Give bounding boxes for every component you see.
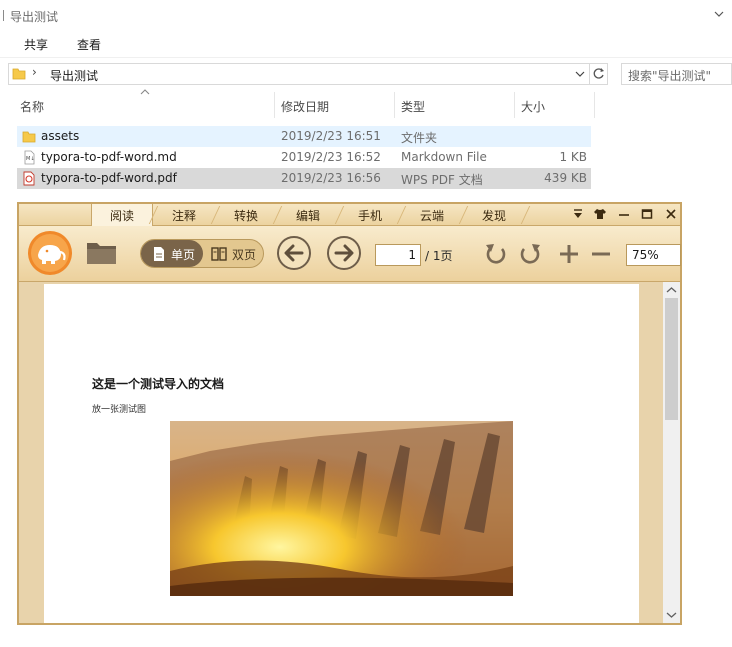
single-page-icon xyxy=(154,247,164,261)
zoom-level-input[interactable]: 75% xyxy=(626,244,681,266)
file-row[interactable]: M↓ typora-to-pdf-word.md 2019/2/23 16:52… xyxy=(17,147,591,168)
document-image xyxy=(170,421,513,596)
tab-annotate[interactable]: 注释 xyxy=(153,204,215,226)
address-path[interactable]: 导出测试 xyxy=(50,67,98,84)
minimize-icon[interactable] xyxy=(617,206,631,222)
folder-icon xyxy=(22,131,36,143)
tab-mobile[interactable]: 手机 xyxy=(339,204,401,226)
file-name: assets xyxy=(41,129,80,143)
viewer-menu-tabs: 阅读 注释 转换 编辑 手机 云端 发现 xyxy=(19,204,680,226)
tab-discover[interactable]: 发现 xyxy=(463,204,525,226)
skin-shirt-icon[interactable] xyxy=(593,206,607,222)
column-divider[interactable] xyxy=(514,92,515,118)
file-row[interactable]: typora-to-pdf-word.pdf 2019/2/23 16:56 W… xyxy=(17,168,591,189)
zoom-out-icon[interactable] xyxy=(588,241,614,267)
file-name: typora-to-pdf-word.pdf xyxy=(41,171,177,185)
refresh-button[interactable] xyxy=(590,63,608,85)
double-page-icon[interactable] xyxy=(211,246,227,262)
search-input[interactable]: 搜索"导出测试" xyxy=(621,63,732,85)
column-divider[interactable] xyxy=(274,92,275,118)
address-row: › 导出测试 搜索"导出测试" xyxy=(0,60,732,90)
app-logo-icon[interactable] xyxy=(27,230,73,276)
file-name: typora-to-pdf-word.md xyxy=(41,150,177,164)
column-size[interactable]: 大小 xyxy=(521,98,545,115)
file-row[interactable]: assets 2019/2/23 16:51 文件夹 xyxy=(17,126,591,147)
column-divider[interactable] xyxy=(394,92,395,118)
pdf-viewer-window: 阅读 注释 转换 编辑 手机 云端 发现 单页 双页 1 / 1页 75% 这是… xyxy=(17,202,682,625)
file-type: WPS PDF 文档 xyxy=(401,173,483,187)
explorer-title-bar: 导出测试 xyxy=(0,0,732,30)
address-bar[interactable]: › 导出测试 xyxy=(8,63,590,85)
file-size: 439 KB xyxy=(544,171,587,185)
tab-convert[interactable]: 转换 xyxy=(215,204,277,226)
markdown-file-icon: M↓ xyxy=(24,150,35,165)
close-icon[interactable] xyxy=(664,206,678,222)
svg-text:M↓: M↓ xyxy=(26,156,35,162)
rotate-right-icon[interactable] xyxy=(517,241,543,267)
vertical-scrollbar[interactable] xyxy=(663,282,680,623)
file-type: Markdown File xyxy=(401,150,487,164)
file-size: 1 KB xyxy=(559,150,587,164)
refresh-icon xyxy=(593,68,604,79)
rotate-left-icon[interactable] xyxy=(483,241,509,267)
ribbon-tab-share[interactable]: 共享 xyxy=(24,36,48,53)
tab-cloud[interactable]: 云端 xyxy=(401,204,463,226)
column-header: 名称 修改日期 类型 大小 xyxy=(0,89,600,120)
pdf-file-icon xyxy=(23,171,35,186)
quick-access-divider xyxy=(3,10,4,21)
file-type: 文件夹 xyxy=(401,131,438,145)
document-paragraph: 放一张测试图 xyxy=(92,405,147,415)
sort-ascending-icon xyxy=(140,89,150,95)
ribbon-tabs: 共享 查看 xyxy=(0,30,732,58)
chevron-down-icon[interactable] xyxy=(714,9,724,19)
previous-page-button[interactable] xyxy=(276,235,312,271)
single-page-label[interactable]: 单页 xyxy=(171,246,195,263)
file-date: 2019/2/23 16:52 xyxy=(281,150,381,164)
column-name[interactable]: 名称 xyxy=(20,98,44,115)
file-date: 2019/2/23 16:51 xyxy=(281,129,381,143)
ribbon-tab-view[interactable]: 查看 xyxy=(77,36,101,53)
page-mode-toggle: 单页 双页 xyxy=(140,239,264,268)
maximize-icon[interactable] xyxy=(640,206,654,222)
column-type[interactable]: 类型 xyxy=(401,98,425,115)
column-date[interactable]: 修改日期 xyxy=(281,98,329,115)
scroll-down-icon[interactable] xyxy=(666,611,677,619)
tab-edit[interactable]: 编辑 xyxy=(277,204,339,226)
chevron-right-icon[interactable]: › xyxy=(32,65,37,79)
menu-dropdown-icon[interactable] xyxy=(571,206,585,222)
next-page-button[interactable] xyxy=(326,235,362,271)
viewer-toolbar: 单页 双页 1 / 1页 75% xyxy=(19,226,681,282)
document-heading: 这是一个测试导入的文档 xyxy=(92,377,225,391)
pdf-page: 这是一个测试导入的文档 放一张测试图 xyxy=(44,284,639,623)
double-page-label[interactable]: 双页 xyxy=(232,246,256,263)
document-area[interactable]: 这是一个测试导入的文档 放一张测试图 xyxy=(19,282,680,623)
column-divider[interactable] xyxy=(594,92,595,118)
chevron-down-icon[interactable] xyxy=(572,65,588,83)
scrollbar-thumb[interactable] xyxy=(665,298,678,420)
page-total: / 1页 xyxy=(425,249,453,263)
tab-read[interactable]: 阅读 xyxy=(91,204,153,226)
file-date: 2019/2/23 16:56 xyxy=(281,171,381,185)
zoom-in-icon[interactable] xyxy=(556,241,582,267)
window-title: 导出测试 xyxy=(10,10,59,24)
open-folder-icon[interactable] xyxy=(85,239,119,267)
page-number-input[interactable]: 1 xyxy=(375,244,421,266)
scroll-up-icon[interactable] xyxy=(666,286,677,294)
folder-icon xyxy=(12,68,26,80)
